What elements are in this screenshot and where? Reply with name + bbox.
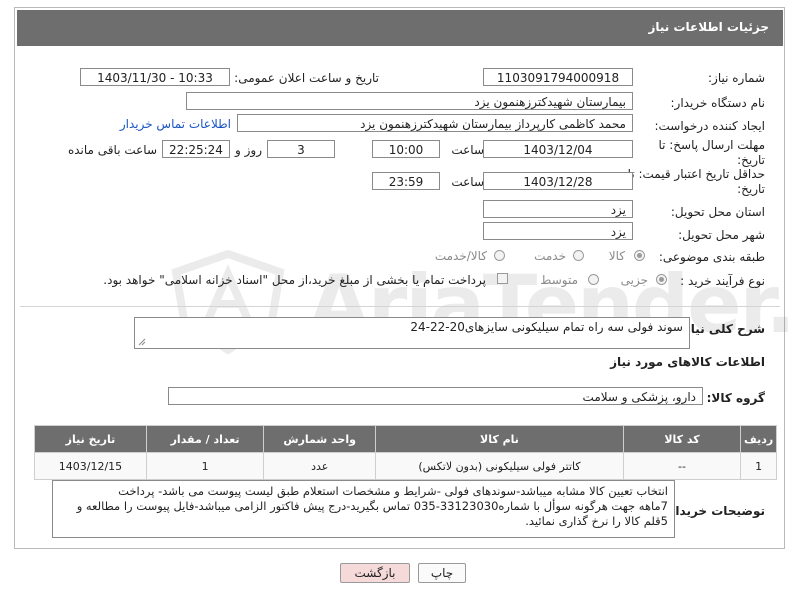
buyer-notes-label: توضیحات خریدار: [663, 504, 765, 518]
resize-grip-icon[interactable] [138, 338, 146, 346]
cell-need-date: 1403/12/15 [34, 452, 147, 480]
col-unit: واحد شمارش [263, 425, 377, 453]
category-radio-goods[interactable] [634, 250, 645, 261]
need-number-field: 1103091794000918 [483, 68, 633, 86]
remaining-time-field: 22:25:24 [162, 140, 230, 158]
col-need-date: تاریخ نیاز [34, 425, 147, 453]
category-option-goods: کالا [608, 249, 625, 263]
price-validity-label: حداقل تاریخ اعتبار قیمت: تا [627, 167, 765, 181]
purchase-option-medium: متوسط [540, 273, 578, 287]
city-field: یزد [483, 222, 633, 240]
col-quantity: تعداد / مقدار [145, 425, 265, 453]
col-goods-name: نام کالا [375, 425, 624, 453]
price-validity-label-date: تاریخ: [737, 182, 765, 196]
price-validity-time: 23:59 [372, 172, 440, 190]
buyer-org-label: نام دستگاه خریدار: [670, 96, 766, 110]
col-goods-code: کد کالا [622, 425, 742, 453]
buyer-notes-line: 7ماهه جهت هرگونه سوأل با شماره33123030-0… [76, 499, 668, 513]
treasury-payment-note: پرداخت تمام یا بخشی از مبلغ خرید،از محل … [103, 273, 486, 287]
reply-deadline-label: مهلت ارسال پاسخ: تا [658, 138, 765, 152]
goods-section-title: اطلاعات کالاهای مورد نیاز [610, 355, 765, 369]
province-label: استان محل تحویل: [670, 205, 765, 219]
reply-time-label: ساعت [451, 143, 484, 157]
cell-goods-code: -- [622, 452, 742, 480]
goods-table: ردیف کد کالا نام کالا واحد شمارش تعداد /… [34, 425, 777, 480]
panel-header: جزئیات اطلاعات نیاز [17, 10, 783, 46]
back-button[interactable]: بازگشت [340, 563, 410, 583]
buyer-notes-line: انتخاب تعیین کالا مشابه میباشد-سوندهای ف… [118, 484, 668, 498]
treasury-payment-checkbox[interactable] [497, 273, 508, 284]
province-field: یزد [483, 200, 633, 218]
price-time-label: ساعت [451, 175, 484, 189]
summary-text: سوند فولی سه راه تمام سیلیکونی سایزهای20… [410, 320, 683, 334]
need-number-label: شماره نیاز: [708, 71, 765, 85]
table-header-row: ردیف کد کالا نام کالا واحد شمارش تعداد /… [34, 425, 777, 453]
cell-goods-name: کاتتر فولی سیلیکونی (بدون لاتکس) [375, 452, 624, 480]
summary-textarea[interactable]: سوند فولی سه راه تمام سیلیکونی سایزهای20… [134, 317, 690, 349]
goods-group-field: دارو، پزشکی و سلامت [168, 387, 703, 405]
days-label: روز و [235, 143, 262, 157]
remaining-label: ساعت باقی مانده [67, 143, 157, 157]
buyer-org-field: بیمارستان شهیدکترزهنمون یزد [186, 92, 633, 110]
buyer-notes-box: انتخاب تعیین کالا مشابه میباشد-سوندهای ف… [52, 480, 675, 538]
reply-deadline-label-date: تاریخ: [737, 153, 765, 167]
purchase-option-minor: جزیی [620, 273, 648, 287]
requester-label: ایجاد کننده درخواست: [654, 119, 765, 133]
price-validity-date: 1403/12/28 [483, 172, 633, 190]
table-row: 1 -- کاتتر فولی سیلیکونی (بدون لاتکس) عد… [34, 452, 777, 480]
requester-field: محمد کاظمی کارپرداز بیمارستان شهیدکترزهن… [237, 114, 633, 132]
reply-deadline-date: 1403/12/04 [483, 140, 633, 158]
reply-deadline-time: 10:00 [372, 140, 440, 158]
print-button[interactable]: چاپ [418, 563, 466, 583]
purchase-radio-medium[interactable] [588, 274, 599, 285]
category-radio-service[interactable] [573, 250, 584, 261]
announce-datetime-field: 1403/11/30 - 10:33 [80, 68, 230, 86]
announce-datetime-label: تاریخ و ساعت اعلان عمومی: [234, 71, 379, 85]
goods-group-label: گروه کالا: [706, 391, 765, 405]
reply-days-field: 3 [267, 140, 335, 158]
cell-unit: عدد [263, 452, 377, 480]
category-label: طبقه بندی موضوعی: [658, 250, 765, 264]
purchase-type-label: نوع فرآیند خرید : [680, 274, 765, 288]
category-option-both: کالا/خدمت [434, 249, 487, 263]
category-radio-both[interactable] [494, 250, 505, 261]
summary-label: شرح کلی نیاز: [679, 322, 765, 336]
buyer-notes-line: 5قلم کالا را نرخ گذاری نمائید. [525, 514, 668, 528]
city-label: شهر محل تحویل: [678, 228, 765, 242]
col-row-number: ردیف [740, 425, 777, 453]
panel-title: جزئیات اطلاعات نیاز [648, 20, 769, 34]
buyer-contact-link[interactable]: اطلاعات تماس خریدار [120, 117, 231, 131]
purchase-radio-minor[interactable] [656, 274, 667, 285]
category-option-service: خدمت [534, 249, 566, 263]
divider [20, 306, 780, 307]
cell-quantity: 1 [145, 452, 265, 480]
cell-row-number: 1 [740, 452, 777, 480]
